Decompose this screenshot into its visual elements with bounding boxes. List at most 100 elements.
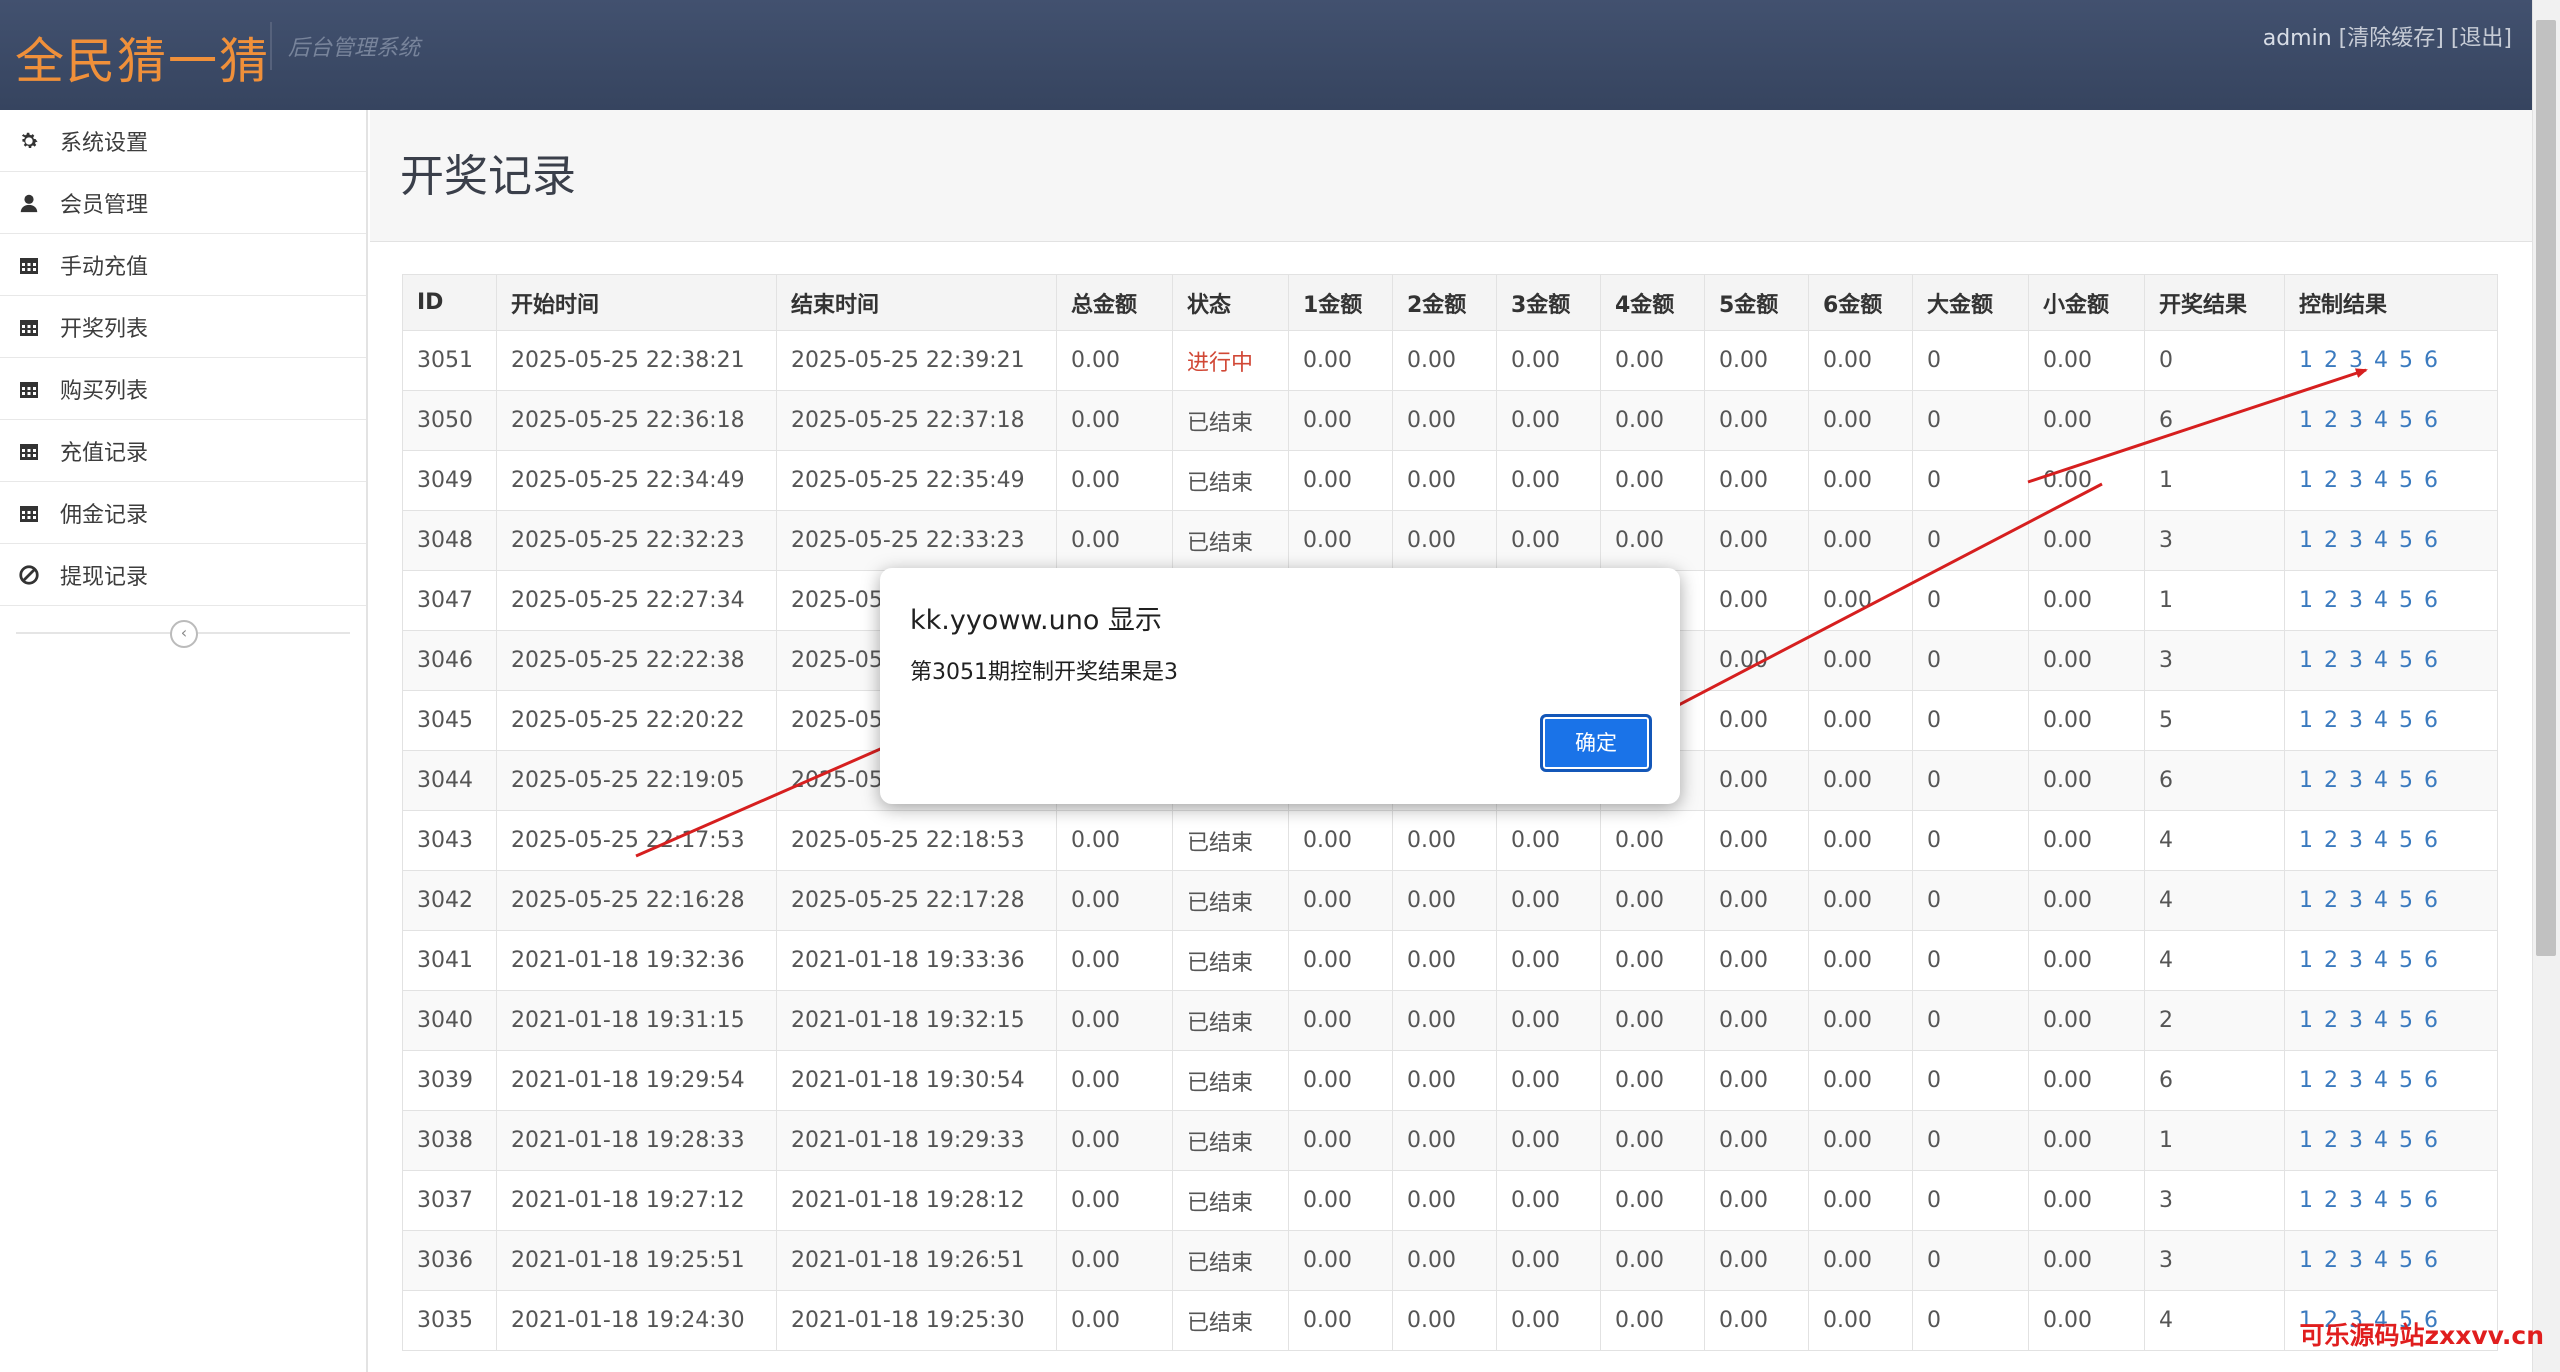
- control-link-5[interactable]: 5: [2399, 828, 2413, 853]
- control-link-4[interactable]: 4: [2374, 408, 2388, 433]
- control-link-2[interactable]: 2: [2324, 1128, 2338, 1153]
- control-link-4[interactable]: 4: [2374, 888, 2388, 913]
- control-link-2[interactable]: 2: [2324, 1248, 2338, 1273]
- sidebar-item-draw-list[interactable]: 开奖列表: [0, 296, 366, 358]
- clear-cache-link[interactable]: [清除缓存]: [2339, 26, 2444, 51]
- control-link-2[interactable]: 2: [2324, 648, 2338, 673]
- control-link-3[interactable]: 3: [2349, 1008, 2363, 1033]
- control-link-5[interactable]: 5: [2399, 1128, 2413, 1153]
- control-link-3[interactable]: 3: [2349, 348, 2363, 373]
- control-link-4[interactable]: 4: [2374, 948, 2388, 973]
- control-link-2[interactable]: 2: [2324, 468, 2338, 493]
- control-link-1[interactable]: 1: [2299, 1068, 2313, 1093]
- control-link-6[interactable]: 6: [2424, 708, 2438, 733]
- logout-link[interactable]: [退出]: [2451, 26, 2512, 51]
- control-link-2[interactable]: 2: [2324, 948, 2338, 973]
- control-link-3[interactable]: 3: [2349, 768, 2363, 793]
- sidebar-item-commission-records[interactable]: 佣金记录: [0, 482, 366, 544]
- control-link-6[interactable]: 6: [2424, 1188, 2438, 1213]
- control-link-3[interactable]: 3: [2349, 528, 2363, 553]
- control-link-5[interactable]: 5: [2399, 468, 2413, 493]
- sidebar-item-withdraw-records[interactable]: 提现记录: [0, 544, 366, 606]
- control-link-4[interactable]: 4: [2374, 768, 2388, 793]
- control-link-4[interactable]: 4: [2374, 708, 2388, 733]
- control-link-1[interactable]: 1: [2299, 468, 2313, 493]
- control-link-6[interactable]: 6: [2424, 1128, 2438, 1153]
- control-link-2[interactable]: 2: [2324, 768, 2338, 793]
- control-link-5[interactable]: 5: [2399, 1068, 2413, 1093]
- control-link-6[interactable]: 6: [2424, 768, 2438, 793]
- control-link-1[interactable]: 1: [2299, 708, 2313, 733]
- control-link-6[interactable]: 6: [2424, 588, 2438, 613]
- control-link-1[interactable]: 1: [2299, 588, 2313, 613]
- control-link-5[interactable]: 5: [2399, 888, 2413, 913]
- control-link-3[interactable]: 3: [2349, 708, 2363, 733]
- control-link-5[interactable]: 5: [2399, 948, 2413, 973]
- control-link-2[interactable]: 2: [2324, 1068, 2338, 1093]
- control-link-3[interactable]: 3: [2349, 1128, 2363, 1153]
- control-link-3[interactable]: 3: [2349, 1188, 2363, 1213]
- control-link-2[interactable]: 2: [2324, 408, 2338, 433]
- control-link-4[interactable]: 4: [2374, 348, 2388, 373]
- control-link-3[interactable]: 3: [2349, 1248, 2363, 1273]
- control-link-5[interactable]: 5: [2399, 528, 2413, 553]
- control-link-6[interactable]: 6: [2424, 828, 2438, 853]
- control-link-4[interactable]: 4: [2374, 1188, 2388, 1213]
- control-link-1[interactable]: 1: [2299, 768, 2313, 793]
- control-link-3[interactable]: 3: [2349, 1068, 2363, 1093]
- brand-logo-text[interactable]: 全民猜一猜: [15, 22, 270, 93]
- control-link-5[interactable]: 5: [2399, 1188, 2413, 1213]
- control-link-6[interactable]: 6: [2424, 648, 2438, 673]
- sidebar-item-recharge-records[interactable]: 充值记录: [0, 420, 366, 482]
- control-link-6[interactable]: 6: [2424, 348, 2438, 373]
- control-link-4[interactable]: 4: [2374, 648, 2388, 673]
- control-link-5[interactable]: 5: [2399, 348, 2413, 373]
- chevron-left-icon[interactable]: ‹: [170, 620, 198, 648]
- control-link-2[interactable]: 2: [2324, 1188, 2338, 1213]
- control-link-4[interactable]: 4: [2374, 828, 2388, 853]
- control-link-2[interactable]: 2: [2324, 828, 2338, 853]
- control-link-3[interactable]: 3: [2349, 888, 2363, 913]
- control-link-6[interactable]: 6: [2424, 408, 2438, 433]
- ok-button[interactable]: 确定: [1540, 714, 1652, 772]
- control-link-3[interactable]: 3: [2349, 948, 2363, 973]
- control-link-5[interactable]: 5: [2399, 1248, 2413, 1273]
- control-link-1[interactable]: 1: [2299, 648, 2313, 673]
- control-link-5[interactable]: 5: [2399, 648, 2413, 673]
- control-link-4[interactable]: 4: [2374, 1008, 2388, 1033]
- control-link-2[interactable]: 2: [2324, 888, 2338, 913]
- sidebar-item-purchase-list[interactable]: 购买列表: [0, 358, 366, 420]
- sidebar-item-manual-recharge[interactable]: 手动充值: [0, 234, 366, 296]
- control-link-2[interactable]: 2: [2324, 348, 2338, 373]
- vertical-scrollbar[interactable]: [2532, 0, 2560, 1372]
- control-link-4[interactable]: 4: [2374, 468, 2388, 493]
- control-link-4[interactable]: 4: [2374, 528, 2388, 553]
- control-link-6[interactable]: 6: [2424, 468, 2438, 493]
- control-link-3[interactable]: 3: [2349, 408, 2363, 433]
- control-link-6[interactable]: 6: [2424, 1008, 2438, 1033]
- control-link-5[interactable]: 5: [2399, 588, 2413, 613]
- control-link-4[interactable]: 4: [2374, 1068, 2388, 1093]
- control-link-2[interactable]: 2: [2324, 708, 2338, 733]
- control-link-6[interactable]: 6: [2424, 528, 2438, 553]
- control-link-6[interactable]: 6: [2424, 948, 2438, 973]
- control-link-4[interactable]: 4: [2374, 1248, 2388, 1273]
- control-link-1[interactable]: 1: [2299, 408, 2313, 433]
- control-link-6[interactable]: 6: [2424, 1248, 2438, 1273]
- control-link-1[interactable]: 1: [2299, 348, 2313, 373]
- control-link-5[interactable]: 5: [2399, 408, 2413, 433]
- control-link-5[interactable]: 5: [2399, 1008, 2413, 1033]
- control-link-4[interactable]: 4: [2374, 1128, 2388, 1153]
- control-link-2[interactable]: 2: [2324, 528, 2338, 553]
- control-link-3[interactable]: 3: [2349, 648, 2363, 673]
- control-link-2[interactable]: 2: [2324, 588, 2338, 613]
- control-link-1[interactable]: 1: [2299, 1248, 2313, 1273]
- control-link-1[interactable]: 1: [2299, 1128, 2313, 1153]
- control-link-5[interactable]: 5: [2399, 708, 2413, 733]
- control-link-1[interactable]: 1: [2299, 528, 2313, 553]
- control-link-1[interactable]: 1: [2299, 1188, 2313, 1213]
- sidebar-item-system-settings[interactable]: 系统设置: [0, 110, 366, 172]
- control-link-1[interactable]: 1: [2299, 948, 2313, 973]
- control-link-4[interactable]: 4: [2374, 588, 2388, 613]
- control-link-1[interactable]: 1: [2299, 888, 2313, 913]
